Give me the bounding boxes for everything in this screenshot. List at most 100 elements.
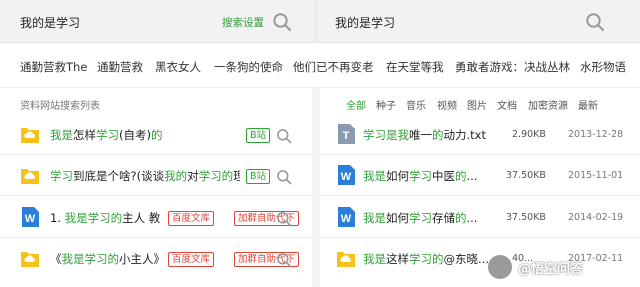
trending-tag[interactable]: 在天堂等我 — [386, 59, 444, 75]
title-segment: 1. — [50, 211, 65, 225]
source-badge[interactable]: 百度文库 — [168, 211, 215, 226]
file-size: 2.90KB — [512, 129, 546, 140]
search-settings-link[interactable]: 搜索设置 — [222, 15, 264, 30]
title-segment: 学习 — [409, 211, 432, 225]
title-segment: 的 — [455, 211, 467, 225]
file-date: 2014-02-19 — [568, 212, 624, 223]
top-search-bar: 我的是学习 搜索设置 我的是学习 — [0, 0, 640, 43]
filter-tab-encrypted[interactable]: 加密资源 — [528, 97, 568, 112]
filter-tab-video[interactable]: 视频 — [437, 97, 457, 112]
row-divider — [320, 237, 640, 238]
svg-text:W: W — [25, 213, 36, 225]
svg-text:W: W — [341, 213, 352, 225]
title-segment: 学习 — [50, 169, 73, 183]
search-input-left[interactable]: 我的是学习 — [20, 14, 80, 31]
title-segment: 动力.txt — [443, 128, 486, 142]
title-segment: (自考) — [119, 128, 151, 142]
title-segment: 我是 — [363, 169, 386, 183]
trending-tags: 通勤营救The 通勤营救 黑衣女人 一条狗的使命 他们已不再变老 在天堂等我 勇… — [0, 44, 640, 88]
title-segment: 对 — [187, 169, 199, 183]
title-segment: 这样 — [386, 252, 409, 266]
result-title-link[interactable]: 学习是我唯一的动力.txt — [363, 127, 486, 143]
title-segment: 学习的 — [409, 252, 444, 266]
search-icon[interactable] — [585, 12, 605, 32]
cloud-folder-icon — [20, 164, 40, 186]
cloud-folder-icon — [20, 123, 40, 145]
trending-tag[interactable]: 黑衣女人 — [155, 59, 201, 75]
title-segment: 中医 — [432, 169, 455, 183]
result-title-link[interactable]: 学习到底是个啥?(谈谈我的对学习的理 — [50, 168, 240, 184]
title-segment: 我是 — [50, 128, 73, 142]
result-title-link[interactable]: 我是怎样学习(自考)的 — [50, 127, 162, 143]
title-segment: 理 — [233, 169, 240, 183]
left-list-title: 资料网站搜索列表 — [20, 101, 100, 112]
file-size: 37.50KB — [506, 170, 546, 181]
source-badge[interactable]: 百度文库 — [168, 252, 215, 267]
watermark: @悟空问答 — [486, 253, 636, 281]
title-segment: 《 — [50, 252, 62, 266]
title-segment: 的 — [432, 128, 444, 142]
title-segment: 我的 — [164, 169, 188, 183]
trending-tag[interactable]: 通勤营救 — [97, 59, 143, 75]
title-segment: 我是 — [363, 211, 386, 225]
filter-tab-all[interactable]: 全部 — [346, 97, 366, 112]
title-segment: 我是 — [363, 252, 386, 266]
result-title-link[interactable]: 1. 我是学习的主人 教 — [50, 210, 160, 226]
result-title-link[interactable]: 我是这样学习的@东晓... — [363, 251, 489, 267]
filter-tab-latest[interactable]: 最新 — [578, 97, 598, 112]
search-icon[interactable] — [276, 211, 292, 227]
result-title-link[interactable]: 我是如何学习存储的... — [363, 210, 477, 226]
filter-tab-image[interactable]: 图片 — [467, 97, 487, 112]
title-segment: 我是学习的 — [64, 211, 123, 225]
filter-tab-music[interactable]: 音乐 — [406, 97, 426, 112]
title-segment: 存储 — [432, 211, 455, 225]
search-icon[interactable] — [276, 252, 292, 268]
watermark-text: @悟空问答 — [518, 262, 584, 277]
word-doc-icon: W — [20, 206, 40, 228]
svg-text:T: T — [343, 130, 350, 142]
search-input-right[interactable]: 我的是学习 — [335, 14, 395, 31]
row-divider — [320, 154, 640, 155]
title-segment: 的 — [455, 169, 467, 183]
trending-tag[interactable]: 通勤营救The — [20, 59, 87, 75]
title-segment: ... — [466, 211, 478, 225]
title-segment: 学习的 — [198, 169, 234, 183]
trending-tag[interactable]: 勇敢者游戏：决战丛林 — [455, 59, 570, 75]
result-title-link[interactable]: 我是如何学习中医的... — [363, 168, 477, 184]
row-divider — [320, 195, 640, 196]
file-date: 2013-12-28 — [568, 129, 624, 140]
title-segment: 学习是我 — [363, 128, 409, 142]
row-divider — [0, 237, 312, 238]
title-segment: 我是学习的 — [61, 252, 120, 266]
title-segment: 唯一 — [409, 128, 432, 142]
title-segment: 学习 — [409, 169, 432, 183]
title-segment: 学习 — [96, 128, 119, 142]
search-icon[interactable] — [276, 169, 292, 185]
cloud-folder-icon — [336, 247, 356, 269]
title-segment: 如何 — [386, 169, 409, 183]
row-divider — [0, 195, 312, 196]
trending-tag[interactable]: 一条狗的使命 — [214, 59, 283, 75]
trending-tag[interactable]: 水形物语 — [580, 59, 626, 75]
title-segment: 怎样 — [73, 128, 96, 142]
search-icon[interactable] — [272, 12, 292, 32]
result-title-link[interactable]: 《我是学习的小主人》 — [50, 251, 165, 267]
title-segment: 如何 — [386, 211, 409, 225]
cloud-folder-icon — [20, 247, 40, 269]
trending-tag[interactable]: 他们已不再变老 — [293, 59, 374, 75]
column-divider — [312, 88, 320, 287]
search-icon[interactable] — [276, 128, 292, 144]
source-badge[interactable]: B站 — [246, 169, 271, 184]
title-segment: 的 — [150, 128, 163, 142]
filter-tab-torrent[interactable]: 种子 — [376, 97, 396, 112]
title-segment: ... — [466, 169, 478, 183]
search-box-right[interactable]: 我的是学习 — [316, 0, 640, 43]
file-size: 37.50KB — [506, 212, 546, 223]
word-doc-icon: W — [336, 206, 356, 228]
row-divider — [0, 154, 312, 155]
title-segment: 到底是个啥?(谈谈 — [73, 169, 165, 183]
search-box-left[interactable]: 我的是学习 搜索设置 — [0, 0, 308, 43]
source-badge[interactable]: B站 — [246, 128, 271, 143]
title-segment: 小主人》 — [119, 252, 165, 266]
filter-tab-document[interactable]: 文档 — [497, 97, 517, 112]
